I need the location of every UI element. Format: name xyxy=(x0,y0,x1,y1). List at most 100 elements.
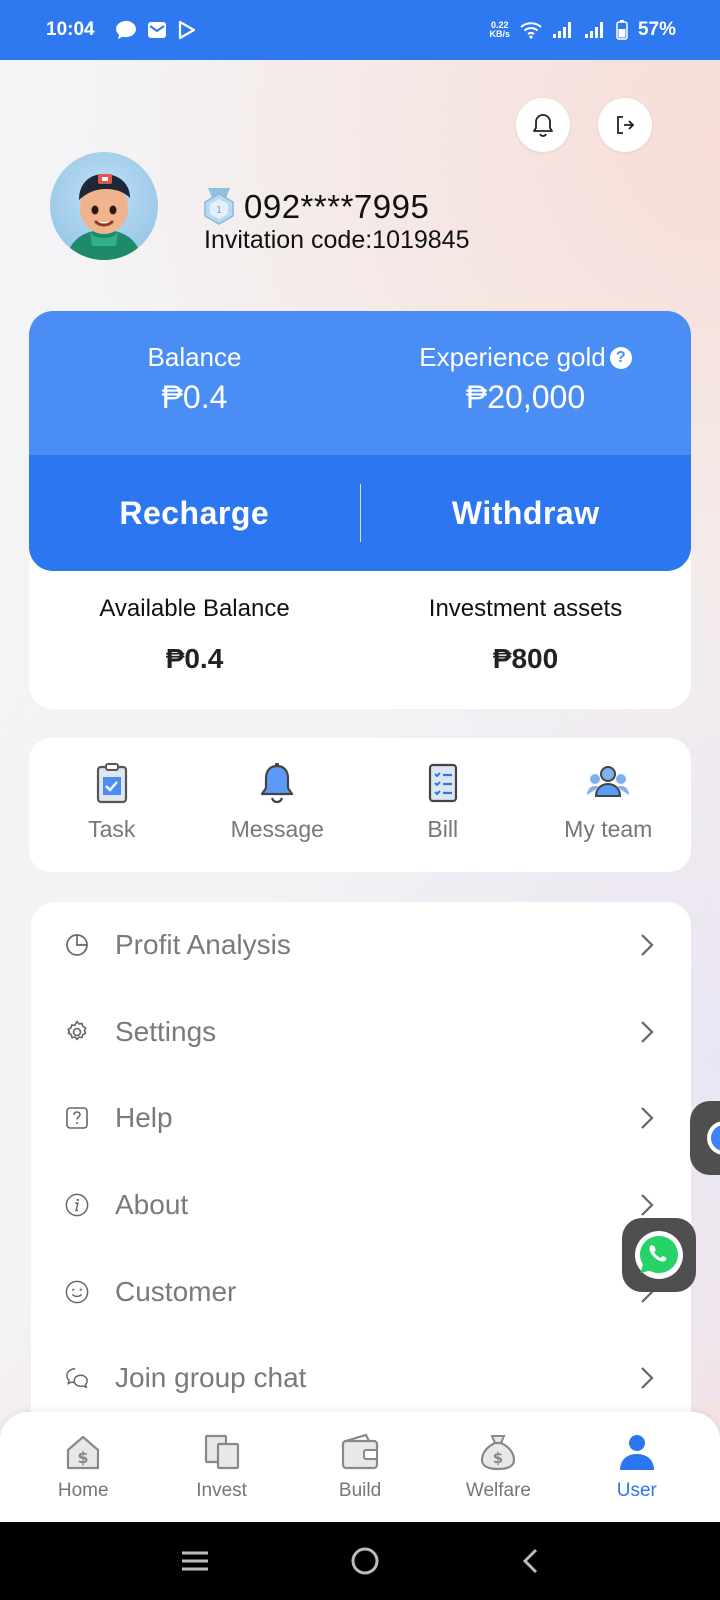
play-store-icon xyxy=(178,20,195,40)
menu-item-settings[interactable]: Settings xyxy=(31,989,691,1076)
signal-icon-2 xyxy=(584,22,603,38)
svg-text:$: $ xyxy=(493,1449,503,1467)
notification-icons xyxy=(115,20,197,40)
nav-user-label: User xyxy=(616,1480,657,1501)
quick-message-label: Message xyxy=(230,816,324,842)
nav-welfare-label: Welfare xyxy=(465,1480,531,1501)
svg-text:1: 1 xyxy=(216,205,222,216)
withdraw-button[interactable]: Withdraw xyxy=(361,495,692,532)
nav-build[interactable]: Build xyxy=(291,1412,429,1522)
nav-build-label: Build xyxy=(338,1480,382,1501)
experience-gold-label: Experience gold xyxy=(419,342,606,372)
invest-icon xyxy=(204,1434,239,1470)
quick-my-team[interactable]: My team xyxy=(526,738,692,872)
menu-item-profit-analysis[interactable]: Profit Analysis xyxy=(31,902,691,989)
floating-contact-button[interactable] xyxy=(690,1101,720,1175)
home-icon: $ xyxy=(67,1435,100,1470)
back-icon[interactable] xyxy=(520,1547,540,1575)
bell-icon xyxy=(533,114,553,137)
wifi-icon xyxy=(520,22,542,39)
chevron-right-icon xyxy=(641,1367,654,1390)
logout-icon xyxy=(617,116,635,134)
status-time: 10:04 xyxy=(46,19,95,40)
avatar[interactable] xyxy=(50,152,158,260)
user-icon xyxy=(619,1435,654,1470)
smiley-icon xyxy=(65,1280,89,1304)
available-balance-label: Available Balance xyxy=(99,595,290,622)
home-circle-icon[interactable] xyxy=(350,1546,380,1576)
quick-bill-label: Bill xyxy=(427,816,459,842)
menu-item-label: Join group chat xyxy=(115,1362,307,1394)
notification-button[interactable] xyxy=(516,98,570,152)
chevron-right-icon xyxy=(641,934,654,957)
question-icon[interactable]: ? xyxy=(609,346,632,369)
bottom-navigation: $ Home Invest Build $ Welfare User xyxy=(0,1412,720,1522)
available-balance-value: ₱0.4 xyxy=(165,643,224,674)
investment-assets-block: Investment assets ₱800 xyxy=(360,595,691,675)
quick-my-team-label: My team xyxy=(564,816,653,842)
quick-actions: Task Message Bill My team xyxy=(29,738,691,872)
phone-row: 1 092****7995 xyxy=(202,186,429,228)
nav-invest[interactable]: Invest xyxy=(152,1412,290,1522)
battery-percent: 57% xyxy=(637,19,676,40)
bill-list-icon xyxy=(428,763,457,803)
net-speed: 0.22 KB/s xyxy=(489,20,510,39)
menu-item-label: About xyxy=(115,1189,189,1221)
mail-icon xyxy=(147,22,166,38)
menu-item-join-group-chat[interactable]: Join group chat xyxy=(31,1335,691,1422)
quick-task-label: Task xyxy=(88,816,136,842)
vip-medal-icon: 1 xyxy=(204,188,234,225)
balance-value: ₱0.4 xyxy=(161,379,228,415)
invitation-code[interactable]: Invitation code:1019845 xyxy=(204,226,470,255)
logout-button[interactable] xyxy=(598,98,652,152)
recharge-button[interactable]: Recharge xyxy=(29,495,360,532)
balance-summary: Balance ₱0.4 Experience gold ? ₱20,000 xyxy=(29,311,691,455)
question-icon xyxy=(65,1106,89,1130)
bell-icon xyxy=(261,763,294,804)
chat-icon xyxy=(65,1366,89,1390)
whatsapp-button[interactable] xyxy=(622,1218,696,1292)
nav-user[interactable]: User xyxy=(568,1412,706,1522)
chevron-right-icon xyxy=(641,1194,654,1216)
nav-home-label: Home xyxy=(57,1480,109,1501)
chevron-right-icon xyxy=(641,1021,654,1043)
nav-welfare[interactable]: $ Welfare xyxy=(429,1412,567,1522)
menu-item-label: Help xyxy=(115,1102,173,1134)
money-bag-icon: $ xyxy=(481,1435,516,1471)
balance-block: Balance ₱0.4 xyxy=(29,311,360,455)
status-bar: 10:04 0.22 KB/s 57% xyxy=(0,0,720,60)
pie-chart-icon xyxy=(65,933,89,957)
experience-gold-label-row: Experience gold ? xyxy=(419,342,632,373)
menu-item-about[interactable]: About xyxy=(31,1162,691,1249)
menu-item-help[interactable]: Help xyxy=(31,1075,691,1162)
balance-label: Balance xyxy=(147,342,242,372)
whatsapp-icon xyxy=(635,1231,683,1279)
balance-details: Available Balance ₱0.4 Investment assets… xyxy=(29,571,691,675)
quick-task[interactable]: Task xyxy=(29,738,195,872)
avatar-illustration xyxy=(66,174,142,260)
svg-text:$: $ xyxy=(78,1448,89,1467)
experience-gold-value: ₱20,000 xyxy=(465,379,586,415)
quick-bill[interactable]: Bill xyxy=(360,738,526,872)
investment-assets-label: Investment assets xyxy=(428,595,623,622)
recents-icon[interactable] xyxy=(180,1549,210,1573)
team-icon xyxy=(587,766,630,797)
available-balance-block: Available Balance ₱0.4 xyxy=(29,595,360,675)
menu-item-label: Customer xyxy=(115,1275,237,1307)
experience-gold-block: Experience gold ? ₱20,000 xyxy=(360,311,691,455)
status-right: 0.22 KB/s 57% xyxy=(489,19,676,41)
system-navigation-bar xyxy=(0,1522,720,1600)
menu-item-label: Profit Analysis xyxy=(115,929,291,961)
menu-item-customer[interactable]: Customer xyxy=(31,1248,691,1335)
balance-actions: Recharge Withdraw xyxy=(29,455,691,571)
nav-home[interactable]: $ Home xyxy=(14,1412,152,1522)
phone-number: 092****7995 xyxy=(244,188,430,225)
wallet-icon xyxy=(341,1433,379,1470)
clipboard-check-icon xyxy=(96,763,127,804)
quick-message[interactable]: Message xyxy=(195,738,361,872)
gear-icon xyxy=(65,1020,89,1044)
menu-item-label: Settings xyxy=(115,1015,217,1047)
chat-bubble-icon xyxy=(115,21,136,39)
chevron-right-icon xyxy=(641,1107,654,1130)
nav-invest-label: Invest xyxy=(196,1480,247,1501)
